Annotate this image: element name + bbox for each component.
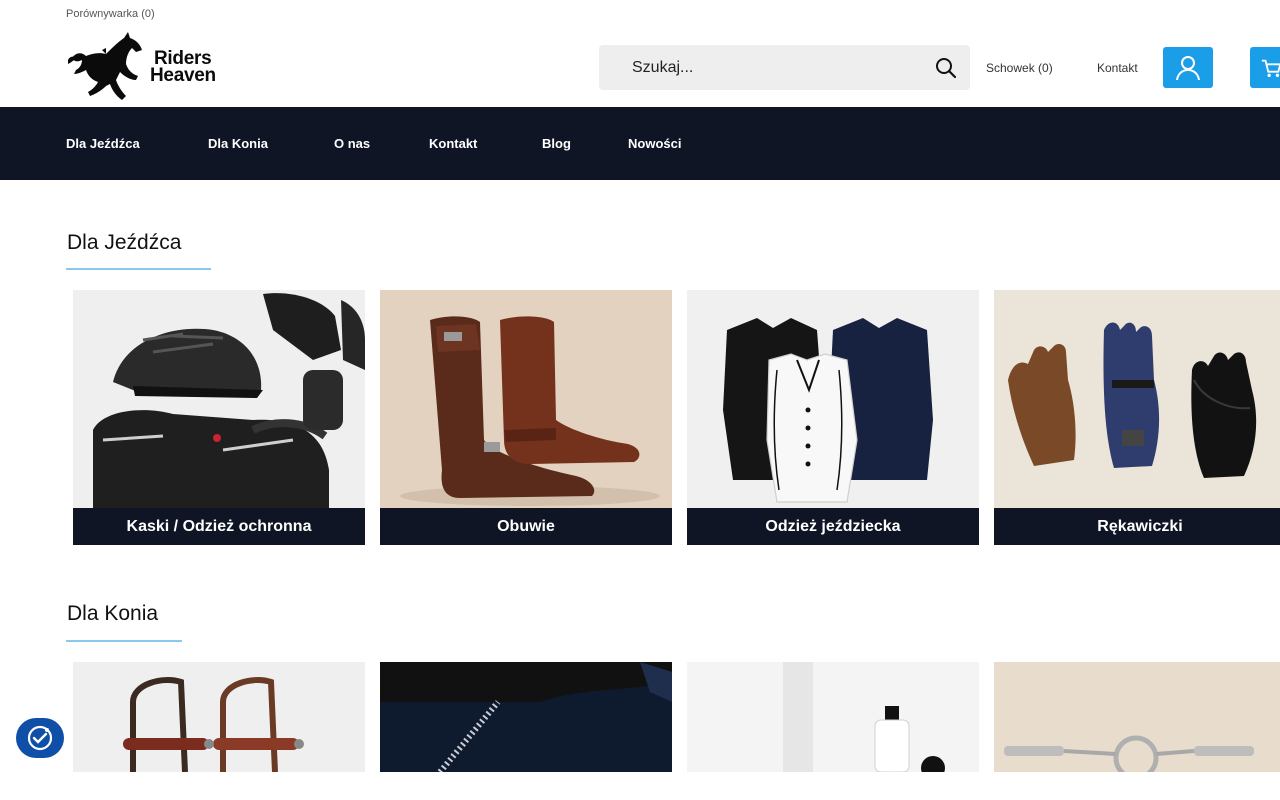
category-card-caption: Obuwie [380, 508, 672, 545]
horse-logo-icon [68, 32, 142, 100]
category-card-boots[interactable]: Obuwie [380, 290, 672, 545]
category-card-bridles[interactable] [73, 662, 365, 772]
category-card-care[interactable] [687, 662, 979, 772]
helmet-vest-image [73, 290, 365, 508]
account-button[interactable] [1163, 47, 1213, 88]
saddle-pad-image [380, 662, 672, 772]
nav-item-kontakt[interactable]: Kontakt [429, 136, 477, 151]
category-card-saddle-pads[interactable] [380, 662, 672, 772]
user-icon [1176, 55, 1200, 80]
category-card-helmets[interactable]: Kaski / Odzież ochronna [73, 290, 365, 545]
main-nav: Dla Jeźdźca Dla Konia O nas Kontakt Blog… [0, 107, 1280, 180]
logo[interactable]: Riders Heaven [66, 30, 256, 104]
nav-item-blog[interactable]: Blog [542, 136, 571, 151]
riding-gloves-image [994, 290, 1280, 508]
section-underline [66, 640, 182, 642]
search-box [599, 45, 970, 90]
section-underline [66, 268, 211, 270]
riding-jackets-image [687, 290, 979, 508]
header-contact-link[interactable]: Kontakt [1097, 61, 1138, 75]
logo-text-line2: Heaven [150, 65, 216, 86]
search-icon[interactable] [934, 56, 958, 80]
wishlist-link[interactable]: Schowek (0) [986, 61, 1053, 75]
nav-item-o-nas[interactable]: O nas [334, 136, 370, 151]
category-card-clothing[interactable]: Odzież jeździecka [687, 290, 979, 545]
category-card-caption: Kaski / Odzież ochronna [73, 508, 365, 545]
compare-link[interactable]: Porównywarka (0) [66, 8, 155, 20]
accessibility-icon [27, 725, 53, 751]
care-products-image [687, 662, 979, 772]
nav-item-dla-jezdzca[interactable]: Dla Jeźdźca [66, 136, 140, 151]
cart-button[interactable] [1250, 47, 1280, 88]
category-card-caption: Rękawiczki [994, 508, 1280, 545]
accessibility-button[interactable] [16, 718, 64, 758]
category-card-gloves[interactable]: Rękawiczki [994, 290, 1280, 545]
nav-item-nowosci[interactable]: Nowości [628, 136, 681, 151]
category-card-caption: Odzież jeździecka [687, 508, 979, 545]
cart-icon [1261, 59, 1280, 77]
bridles-image [73, 662, 365, 772]
horse-bits-image [994, 662, 1280, 772]
section-title-horse: Dla Konia [67, 602, 159, 625]
top-header: Porównywarka (0) Riders Heaven Schowek (… [0, 0, 1280, 107]
section-title-rider: Dla Jeźdźca [67, 231, 182, 254]
search-input[interactable] [632, 45, 932, 90]
category-card-bits[interactable] [994, 662, 1280, 772]
riding-boots-image [380, 290, 672, 508]
nav-item-dla-konia[interactable]: Dla Konia [208, 136, 268, 151]
